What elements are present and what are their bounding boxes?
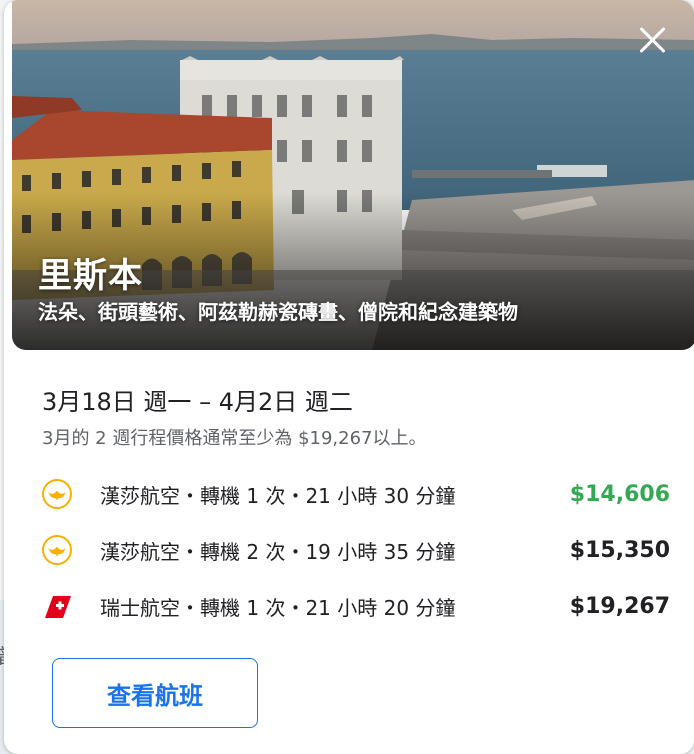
flight-option[interactable]: 瑞士航空・轉機 1 次・21 小時 20 分鐘 $19,267	[40, 586, 670, 626]
lufthansa-logo-icon	[40, 533, 74, 567]
flight-option[interactable]: 漢莎航空・轉機 2 次・19 小時 35 分鐘 $15,350	[40, 530, 670, 570]
destination-tagline: 法朵、街頭藝術、阿茲勒赫瓷磚畫、僧院和紀念建築物	[38, 300, 518, 324]
close-icon[interactable]	[636, 24, 668, 56]
flight-description: 漢莎航空・轉機 1 次・21 小時 30 分鐘	[100, 483, 456, 508]
flight-description: 漢莎航空・轉機 2 次・19 小時 35 分鐘	[100, 539, 456, 564]
flight-price: $19,267	[569, 593, 670, 619]
flight-option[interactable]: 漢莎航空・轉機 1 次・21 小時 30 分鐘 $14,606	[40, 474, 670, 514]
lufthansa-logo-icon	[40, 477, 74, 511]
destination-name: 里斯本	[38, 256, 143, 296]
price-note: 3月的 2 週行程價格通常至少為 $19,267以上。	[42, 428, 427, 449]
flight-description: 瑞士航空・轉機 1 次・21 小時 20 分鐘	[100, 595, 456, 620]
destination-card: 里斯本 法朵、街頭藝術、阿茲勒赫瓷磚畫、僧院和紀念建築物 3月18日 週一 – …	[4, 0, 694, 754]
hero-image: 里斯本 法朵、街頭藝術、阿茲勒赫瓷磚畫、僧院和紀念建築物	[12, 0, 694, 350]
swiss-logo-icon	[40, 589, 74, 623]
flight-price: $14,606	[569, 481, 670, 507]
flight-price: $15,350	[569, 537, 670, 563]
view-flights-button[interactable]: 查看航班	[52, 658, 258, 728]
trip-dates: 3月18日 週一 – 4月2日 週二	[42, 388, 353, 416]
